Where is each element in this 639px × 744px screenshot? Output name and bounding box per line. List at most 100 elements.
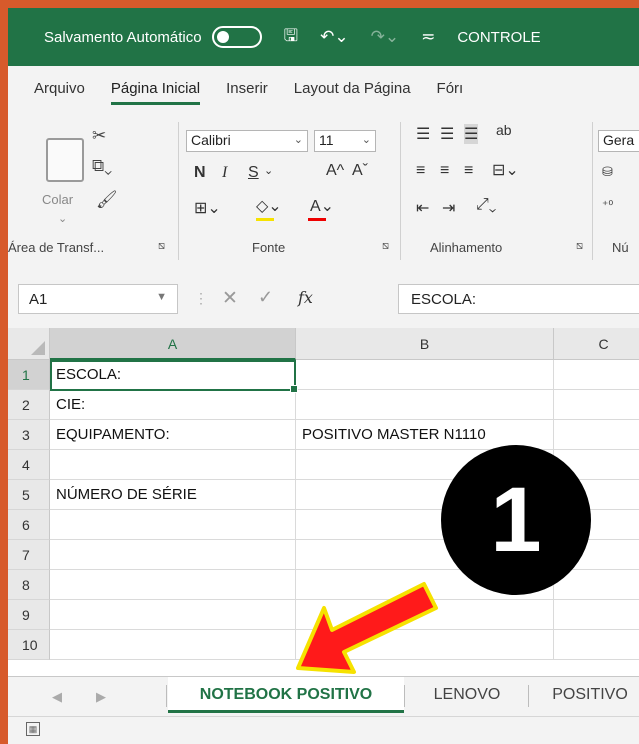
number-format-combo[interactable]: Gera — [598, 130, 639, 152]
font-launcher-icon[interactable]: ⧅ — [382, 240, 389, 253]
grid-cell[interactable] — [50, 540, 296, 570]
row-header[interactable]: 8 — [8, 570, 50, 600]
autosave-toggle[interactable] — [211, 26, 262, 48]
currency-icon[interactable]: ⛁ — [602, 164, 613, 180]
tab-pagina-inicial[interactable]: Página Inicial — [110, 80, 201, 105]
ribbon: Colar ⌄ ✂ ⧉⌄ 🖌 Área de Transf... ⧅ Calib… — [8, 110, 639, 271]
fill-color-bar — [256, 218, 274, 221]
column-header-a[interactable]: A — [50, 328, 296, 360]
increase-decimal-icon[interactable]: ⁺⁰ — [602, 198, 613, 212]
name-box[interactable]: A1 ▼ — [18, 284, 178, 314]
row-header[interactable]: 5 — [8, 480, 50, 510]
paste-dropdown-icon[interactable]: ⌄ — [58, 212, 67, 225]
enter-icon[interactable]: ✓ — [258, 287, 273, 308]
column-header-b[interactable]: B — [296, 328, 554, 360]
column-header-c[interactable]: C — [554, 328, 639, 360]
font-name-combo[interactable]: Calibri ⌄ — [186, 130, 308, 152]
grid-cell[interactable] — [50, 630, 296, 660]
grid-cell[interactable]: NÚMERO DE SÉRIE — [50, 480, 296, 510]
chevron-right-icon[interactable]: ▶ — [96, 689, 106, 705]
font-color-icon[interactable]: A⌄ — [310, 196, 334, 216]
orientation-icon[interactable]: ab — [496, 122, 512, 138]
red-arrow-icon — [296, 582, 438, 674]
row-header[interactable]: 10 — [8, 630, 50, 660]
align-right-icon[interactable]: ≡ — [464, 162, 473, 180]
italic-button[interactable]: I — [222, 164, 227, 182]
text-direction-icon[interactable]: ⤢⌄ — [476, 196, 496, 214]
grid-cell[interactable] — [554, 630, 639, 660]
underline-button[interactable]: S — [248, 164, 259, 182]
number-format-value: Gera — [603, 132, 635, 148]
autosave-label: Salvamento Automático — [44, 28, 202, 46]
row-header[interactable]: 2 — [8, 390, 50, 420]
grid-cell[interactable] — [50, 450, 296, 480]
status-bar: ▦ — [8, 716, 639, 744]
grid-cell[interactable] — [296, 360, 554, 390]
grow-font-button[interactable]: A^ — [326, 162, 344, 180]
grid-cell[interactable] — [50, 510, 296, 540]
align-bottom-icon[interactable]: ☰ — [464, 124, 479, 144]
underline-dropdown-icon[interactable]: ⌄ — [264, 164, 273, 177]
clipboard-launcher-icon[interactable]: ⧅ — [158, 240, 165, 253]
row-header[interactable]: 3 — [8, 420, 50, 450]
save-icon[interactable]: 🖫 — [284, 23, 298, 52]
number-group-label: Nú — [612, 240, 629, 255]
font-size-value: 11 — [319, 132, 334, 148]
sheet-tab-notebook-positivo[interactable]: NOTEBOOK POSITIVO — [168, 677, 404, 713]
sheet-tab-bar: ◀ ▶ NOTEBOOK POSITIVO LENOVO POSITIVO — [8, 676, 639, 717]
select-all-button[interactable] — [8, 328, 50, 360]
increase-indent-icon[interactable]: ⇥ — [442, 198, 455, 218]
copy-icon[interactable]: ⧉⌄ — [92, 156, 112, 176]
align-middle-icon[interactable]: ☰ — [440, 124, 454, 144]
grid-cell[interactable] — [554, 600, 639, 630]
cut-icon[interactable]: ✂ — [92, 126, 106, 146]
align-center-icon[interactable]: ≡ — [440, 162, 449, 180]
cancel-icon[interactable]: ✕ — [222, 287, 238, 310]
row-header[interactable]: 4 — [8, 450, 50, 480]
grid-cell[interactable]: EQUIPAMENTO: — [50, 420, 296, 450]
alignment-launcher-icon[interactable]: ⧅ — [576, 240, 583, 253]
decrease-indent-icon[interactable]: ⇤ — [416, 198, 429, 218]
font-size-combo[interactable]: 11 ⌄ — [314, 130, 376, 152]
shrink-font-button[interactable]: Aˇ — [352, 162, 368, 180]
fill-handle[interactable] — [290, 385, 298, 393]
cell-mode-icon[interactable]: ▦ — [26, 722, 40, 736]
grid-cell[interactable] — [554, 390, 639, 420]
format-painter-icon[interactable]: 🖌 — [96, 190, 118, 210]
redo-icon[interactable]: ↷⌄ — [371, 27, 400, 47]
chevron-left-icon[interactable]: ◀ — [52, 689, 62, 705]
row-header[interactable]: 9 — [8, 600, 50, 630]
row-header[interactable]: 1 — [8, 360, 50, 390]
grid-cell[interactable] — [554, 360, 639, 390]
chevron-down-icon: ⌄ — [361, 134, 371, 146]
formula-bar-grip-icon[interactable]: ⋮ — [194, 290, 208, 307]
bold-button[interactable]: N — [194, 164, 206, 182]
tab-arquivo[interactable]: Arquivo — [34, 80, 85, 97]
align-top-icon[interactable]: ☰ — [416, 124, 430, 144]
undo-icon[interactable]: ↶⌄ — [320, 27, 349, 47]
paste-label[interactable]: Colar — [42, 192, 73, 207]
insert-function-icon[interactable]: fx — [298, 288, 313, 307]
customize-toolbar-icon[interactable]: ≂ — [421, 27, 435, 47]
sheet-tab-lenovo[interactable]: LENOVO — [406, 677, 528, 713]
grid-cell[interactable] — [554, 420, 639, 450]
tab-formulas[interactable]: Fórı — [437, 80, 464, 97]
fill-color-icon[interactable]: ◇⌄ — [256, 196, 282, 216]
grid-cell[interactable] — [50, 570, 296, 600]
sheet-tab-positivo[interactable]: POSITIVO — [530, 677, 639, 713]
row-header[interactable]: 7 — [8, 540, 50, 570]
tab-layout-da-pagina[interactable]: Layout da Página — [294, 80, 411, 97]
tab-inserir[interactable]: Inserir — [226, 80, 268, 97]
grid-cell[interactable] — [296, 390, 554, 420]
select-all-icon — [31, 341, 45, 355]
borders-icon[interactable]: ⊞⌄ — [194, 198, 221, 218]
paste-icon[interactable] — [46, 138, 84, 182]
name-box-value: A1 — [29, 291, 48, 308]
row-header[interactable]: 6 — [8, 510, 50, 540]
align-left-icon[interactable]: ≡ — [416, 162, 425, 180]
group-separator — [400, 122, 401, 260]
formula-input[interactable]: ESCOLA: — [398, 284, 639, 314]
merge-center-icon[interactable]: ⊟⌄ — [492, 160, 519, 180]
grid-cell[interactable] — [50, 600, 296, 630]
grid-cell[interactable]: CIE: — [50, 390, 296, 420]
